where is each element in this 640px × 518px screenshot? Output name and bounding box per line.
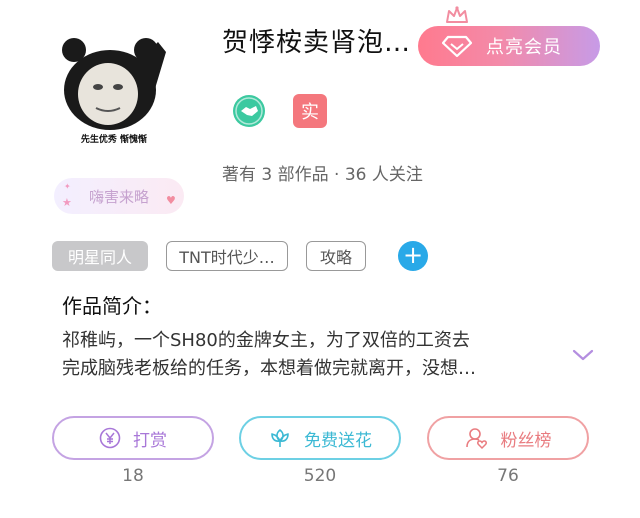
fan-rank-icon bbox=[465, 428, 487, 450]
fan-count: 76 bbox=[497, 466, 519, 486]
fan-rank-button[interactable]: 粉丝榜 bbox=[427, 416, 589, 460]
plus-icon: + bbox=[402, 241, 424, 269]
send-flower-button[interactable]: 免费送花 bbox=[239, 416, 401, 460]
tag-chip[interactable]: TNT时代少… bbox=[166, 241, 288, 271]
fan-rank-label: 粉丝榜 bbox=[500, 430, 552, 451]
vip-button[interactable]: 点亮会员 bbox=[418, 26, 600, 66]
tag-chip[interactable]: 攻略 bbox=[306, 241, 366, 271]
author-stats: 著有 3 部作品 · 36 人关注 bbox=[222, 165, 423, 185]
diamond-icon bbox=[442, 35, 472, 57]
sparkle-icon: ✦ bbox=[64, 182, 71, 191]
chevron-down-icon[interactable] bbox=[572, 348, 594, 362]
sticker-tag-label: 嗨害来略 bbox=[88, 187, 149, 206]
book-title: 贺悸桉卖肾泡… bbox=[222, 28, 412, 58]
flower-icon bbox=[271, 429, 289, 447]
book-info-card: 先生优秀 惭愧惭 贺悸桉卖肾泡… 点亮会员 实 著有 3 部作品 · 36 人关… bbox=[0, 0, 640, 518]
heart-icon: ♥ bbox=[166, 194, 176, 207]
star-icon: ★ bbox=[62, 196, 72, 209]
crown-icon bbox=[446, 6, 468, 23]
fan-sticker-tag[interactable]: 嗨害来略 bbox=[54, 178, 184, 214]
send-flower-label: 免费送花 bbox=[304, 430, 372, 451]
flower-count: 520 bbox=[303, 466, 337, 486]
add-tag-button[interactable]: + bbox=[398, 241, 428, 271]
reward-label: 打赏 bbox=[133, 430, 167, 451]
panda-meme-image bbox=[62, 38, 166, 130]
avatar-caption: 先生优秀 惭愧惭 bbox=[80, 135, 148, 145]
handshake-badge-icon[interactable] bbox=[232, 94, 266, 128]
tag-list: 明星同人 TNT时代少… 攻略 + bbox=[52, 241, 428, 271]
intro-text[interactable]: 祁稚屿，一个SH80的金牌女主，为了双倍的工资去 完成脑残老板给的任务，本想着做… bbox=[62, 327, 562, 383]
vip-button-label: 点亮会员 bbox=[486, 37, 562, 58]
intro-line: 祁稚屿，一个SH80的金牌女主，为了双倍的工资去 bbox=[62, 330, 470, 351]
tag-chip[interactable]: 明星同人 bbox=[52, 241, 148, 271]
intro-heading: 作品简介： bbox=[62, 294, 162, 318]
intro-line: 完成脑残老板给的任务，本想着做完就离开，没想… bbox=[62, 358, 476, 379]
real-name-badge[interactable]: 实 bbox=[293, 94, 327, 128]
reward-button[interactable]: 打赏 bbox=[52, 416, 214, 460]
author-avatar[interactable]: 先生优秀 惭愧惭 bbox=[58, 32, 170, 150]
yen-coin-icon bbox=[99, 427, 121, 449]
reward-count: 18 bbox=[122, 466, 144, 486]
